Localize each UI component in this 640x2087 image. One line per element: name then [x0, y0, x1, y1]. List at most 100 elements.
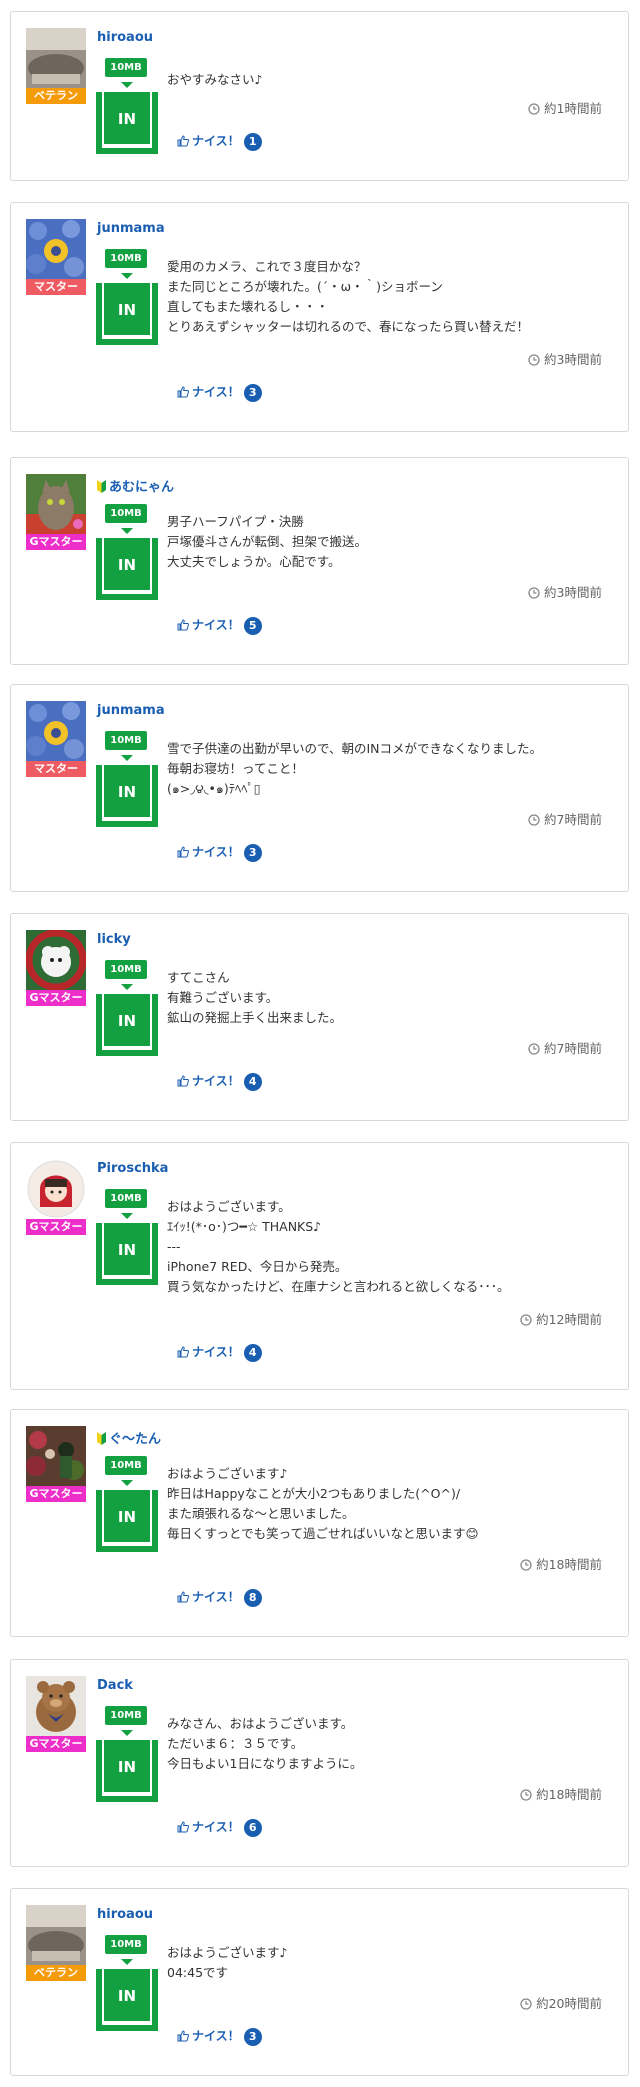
user-avatar[interactable] — [26, 930, 86, 990]
username-text: ぐ～たん — [109, 1432, 162, 1447]
clock-icon — [528, 814, 540, 826]
nice-button[interactable]: ナイス！ 3 — [177, 2027, 262, 2046]
thumbs-up-icon — [177, 386, 189, 398]
post-card: Gマスター あむにゃん 10MB IN 男子ハーフパイプ・決勝 戸塚優斗さんが転… — [10, 457, 629, 665]
post-card: ベテラン hiroaou 10MB IN おはようございます♪ 04:45です … — [10, 1888, 629, 2076]
nice-count: 3 — [243, 2028, 262, 2046]
post-time: 約18時間前 — [520, 1784, 602, 1803]
size-badge: 10MB — [105, 960, 147, 979]
nice-count: 3 — [243, 844, 262, 862]
thumbs-up-icon — [177, 1346, 189, 1358]
time-text: 約1時間前 — [544, 101, 602, 116]
rank-badge: Gマスター — [26, 1219, 86, 1235]
post-message: おやすみなさい♪ — [167, 72, 263, 87]
post-message: すてこさん 有難うございます。 鉱山の発掘上手く出来ました。 — [167, 970, 343, 1025]
arrow-down-icon — [121, 82, 133, 88]
nice-count: 5 — [243, 617, 262, 635]
thumbs-up-icon — [177, 1821, 189, 1833]
clock-icon — [520, 1314, 532, 1326]
nice-count: 1 — [243, 133, 262, 151]
thumbs-up-icon — [177, 1591, 189, 1603]
post-card: Gマスター Dack 10MB IN みなさん、おはようございます。 ただいま６… — [10, 1659, 629, 1867]
post-card: Gマスター ぐ～たん 10MB IN おはようございます♪ 昨日はHappyなこ… — [10, 1409, 629, 1637]
size-badge: 10MB — [105, 1935, 147, 1954]
username-link[interactable]: あむにゃん — [97, 476, 174, 495]
in-status-icon: IN — [96, 283, 158, 345]
username-link[interactable]: hiroaou — [97, 1907, 153, 1922]
in-status-icon: IN — [96, 92, 158, 154]
post-message: おはようございます。 ｴｲｯ!(*･o･)つ━☆ THANKS♪ --- iPh… — [167, 1199, 510, 1294]
user-avatar[interactable] — [26, 1905, 86, 1965]
post-card: Gマスター Piroschka 10MB IN おはようございます。 ｴｲｯ!(… — [10, 1142, 629, 1390]
thumbs-up-icon — [177, 619, 189, 631]
username-link[interactable]: licky — [97, 932, 131, 947]
thumbs-up-icon — [177, 2030, 189, 2042]
post-time: 約18時間前 — [520, 1554, 602, 1573]
post-card: マスター junmama 10MB IN 愛用のカメラ、これで３度目かな？ また… — [10, 202, 629, 432]
in-label: IN — [117, 1758, 137, 1776]
nice-button[interactable]: ナイス！ 4 — [177, 1343, 262, 1362]
post-time: 約7時間前 — [528, 809, 602, 828]
nice-label: ナイス！ — [192, 1074, 240, 1088]
size-badge: 10MB — [105, 1456, 147, 1475]
username-link[interactable]: Dack — [97, 1678, 133, 1693]
post-card: Gマスター licky 10MB IN すてこさん 有難うございます。 鉱山の発… — [10, 913, 629, 1121]
user-avatar[interactable] — [26, 1159, 86, 1219]
in-label: IN — [117, 1012, 137, 1030]
arrow-down-icon — [121, 755, 133, 761]
username-link[interactable]: hiroaou — [97, 30, 153, 45]
in-status-icon: IN — [96, 1969, 158, 2031]
arrow-down-icon — [121, 1480, 133, 1486]
rank-badge: マスター — [26, 279, 86, 295]
user-avatar[interactable] — [26, 28, 86, 88]
user-avatar[interactable] — [26, 219, 86, 279]
rank-badge: マスター — [26, 761, 86, 777]
rank-badge: Gマスター — [26, 534, 86, 550]
user-avatar[interactable] — [26, 1676, 86, 1736]
beginner-mark-icon — [97, 480, 106, 493]
nice-button[interactable]: ナイス！ 4 — [177, 1072, 262, 1091]
nice-button[interactable]: ナイス！ 1 — [177, 132, 262, 151]
post-message: 愛用のカメラ、これで３度目かな？ また同じところが壊れた。(´・ω・｀)ショボー… — [167, 259, 530, 334]
nice-label: ナイス！ — [192, 385, 240, 399]
nice-label: ナイス！ — [192, 134, 240, 148]
size-badge: 10MB — [105, 58, 147, 77]
nice-button[interactable]: ナイス！ 6 — [177, 1818, 262, 1837]
username-link[interactable]: junmama — [97, 703, 165, 718]
user-avatar[interactable] — [26, 474, 86, 534]
user-avatar[interactable] — [26, 1426, 86, 1486]
in-status-icon: IN — [96, 1490, 158, 1552]
nice-label: ナイス！ — [192, 618, 240, 632]
size-badge: 10MB — [105, 1706, 147, 1725]
post-message: 男子ハーフパイプ・決勝 戸塚優斗さんが転倒、担架で搬送。 大丈夫でしょうか。心配… — [167, 514, 368, 569]
arrow-down-icon — [121, 984, 133, 990]
time-text: 約18時間前 — [536, 1557, 602, 1572]
arrow-down-icon — [121, 1730, 133, 1736]
clock-icon — [520, 1559, 532, 1571]
time-text: 約7時間前 — [544, 812, 602, 827]
in-label: IN — [117, 110, 137, 128]
in-status-icon: IN — [96, 1740, 158, 1802]
in-label: IN — [117, 301, 137, 319]
nice-button[interactable]: ナイス！ 3 — [177, 843, 262, 862]
username-link[interactable]: junmama — [97, 221, 165, 236]
rank-badge: Gマスター — [26, 990, 86, 1006]
nice-label: ナイス！ — [192, 1345, 240, 1359]
user-avatar[interactable] — [26, 701, 86, 761]
in-label: IN — [117, 1241, 137, 1259]
post-message: みなさん、おはようございます。 ただいま６：３５です。 今日もよい1日になります… — [167, 1716, 363, 1771]
username-link[interactable]: ぐ～たん — [97, 1428, 161, 1447]
size-badge: 10MB — [105, 249, 147, 268]
size-badge: 10MB — [105, 504, 147, 523]
nice-label: ナイス！ — [192, 1590, 240, 1604]
arrow-down-icon — [121, 273, 133, 279]
nice-button[interactable]: ナイス！ 3 — [177, 383, 262, 402]
nice-button[interactable]: ナイス！ 5 — [177, 616, 262, 635]
nice-count: 6 — [243, 1819, 262, 1837]
nice-button[interactable]: ナイス！ 8 — [177, 1588, 262, 1607]
rank-badge: Gマスター — [26, 1736, 86, 1752]
arrow-down-icon — [121, 1213, 133, 1219]
username-link[interactable]: Piroschka — [97, 1161, 168, 1176]
time-text: 約3時間前 — [544, 585, 602, 600]
post-time: 約20時間前 — [520, 1993, 602, 2012]
